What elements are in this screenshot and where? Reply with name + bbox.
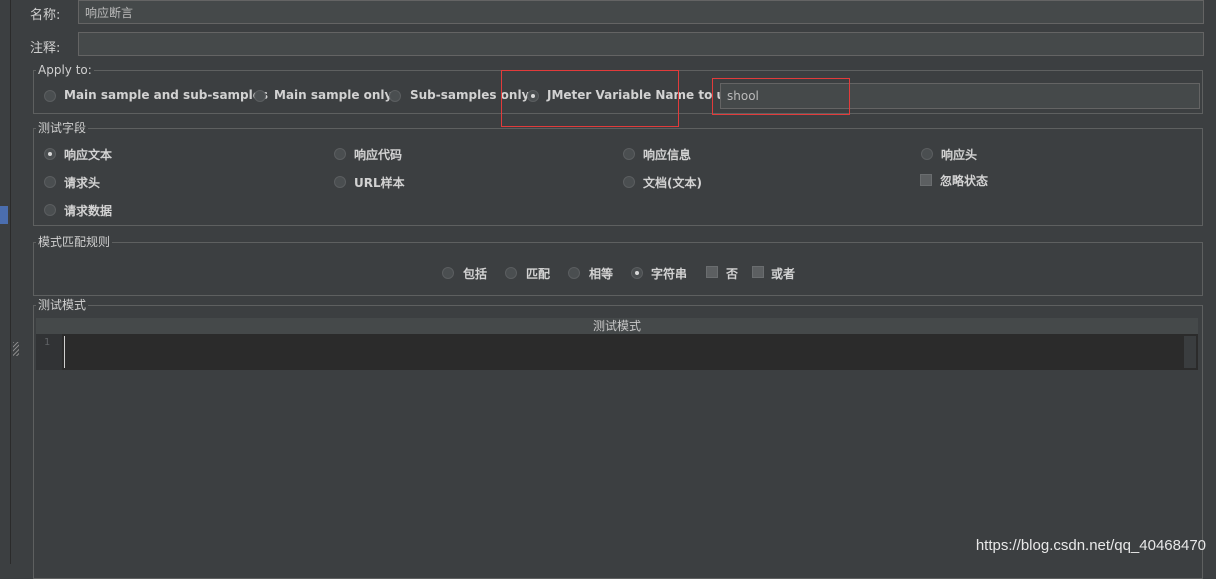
field-document-text-label: 文档(文本) [643,176,702,190]
test-patterns-legend: 测试模式 [38,298,87,312]
rule-matches-radio[interactable] [505,267,517,279]
field-response-text-radio[interactable] [44,148,56,160]
ignore-status-label: 忽略状态 [940,174,989,188]
test-patterns-column-header[interactable]: 测试模式 [36,318,1198,335]
rule-contains-radio[interactable] [442,267,454,279]
text-caret [64,336,65,368]
left-panel-edge [0,0,11,564]
test-field-legend: 测试字段 [38,121,87,135]
name-label: 名称: [30,8,61,23]
highlight-box-radio [501,70,679,127]
field-response-message-label: 响应信息 [643,148,692,162]
apply-main-only-radio[interactable] [254,90,266,102]
field-response-text-label: 响应文本 [64,148,113,162]
rule-contains-label: 包括 [463,267,488,281]
ignore-status-checkbox[interactable] [920,174,932,186]
rule-equals-label: 相等 [589,267,614,281]
editor-scrollbar[interactable] [1184,336,1196,368]
apply-main-and-sub-label: Main sample and sub-samples [64,88,269,102]
rule-or-checkbox[interactable] [752,266,764,278]
name-input[interactable]: 响应断言 [78,0,1204,24]
field-url-sampled-label: URL样本 [354,176,405,190]
pattern-rules-group: 模式匹配规则 [33,236,1203,296]
rule-not-checkbox[interactable] [706,266,718,278]
apply-main-and-sub-radio[interactable] [44,90,56,102]
field-response-message-radio[interactable] [623,148,635,160]
test-field-group: 测试字段 [33,122,1203,226]
field-response-headers-radio[interactable] [921,148,933,160]
apply-sub-only-radio[interactable] [389,90,401,102]
rule-matches-label: 匹配 [526,267,551,281]
splitter-grip-icon[interactable] [13,342,19,356]
rule-not-label: 否 [726,267,739,281]
rule-equals-radio[interactable] [568,267,580,279]
comment-input[interactable] [78,32,1204,56]
highlight-box-input [712,78,850,115]
apply-main-only-label: Main sample only [274,88,393,102]
comment-label: 注释: [30,41,61,56]
rule-substring-label: 字符串 [651,267,688,281]
field-request-headers-label: 请求头 [64,176,101,190]
field-request-data-radio[interactable] [44,204,56,216]
field-response-code-label: 响应代码 [354,148,403,162]
pattern-rules-legend: 模式匹配规则 [38,235,111,249]
rule-substring-radio[interactable] [631,267,643,279]
line-number: 1 [43,337,50,348]
field-url-sampled-radio[interactable] [334,176,346,188]
field-document-text-radio[interactable] [623,176,635,188]
field-request-data-label: 请求数据 [64,204,113,218]
name-value: 响应断言 [85,6,134,20]
tree-selection-marker [0,206,8,224]
field-response-headers-label: 响应头 [941,148,978,162]
rule-or-label: 或者 [771,267,796,281]
apply-to-legend: Apply to: [38,63,92,77]
field-response-code-radio[interactable] [334,148,346,160]
field-request-headers-radio[interactable] [44,176,56,188]
watermark-text: https://blog.csdn.net/qq_40468470 [975,537,1206,554]
test-patterns-editor[interactable] [36,334,1198,370]
